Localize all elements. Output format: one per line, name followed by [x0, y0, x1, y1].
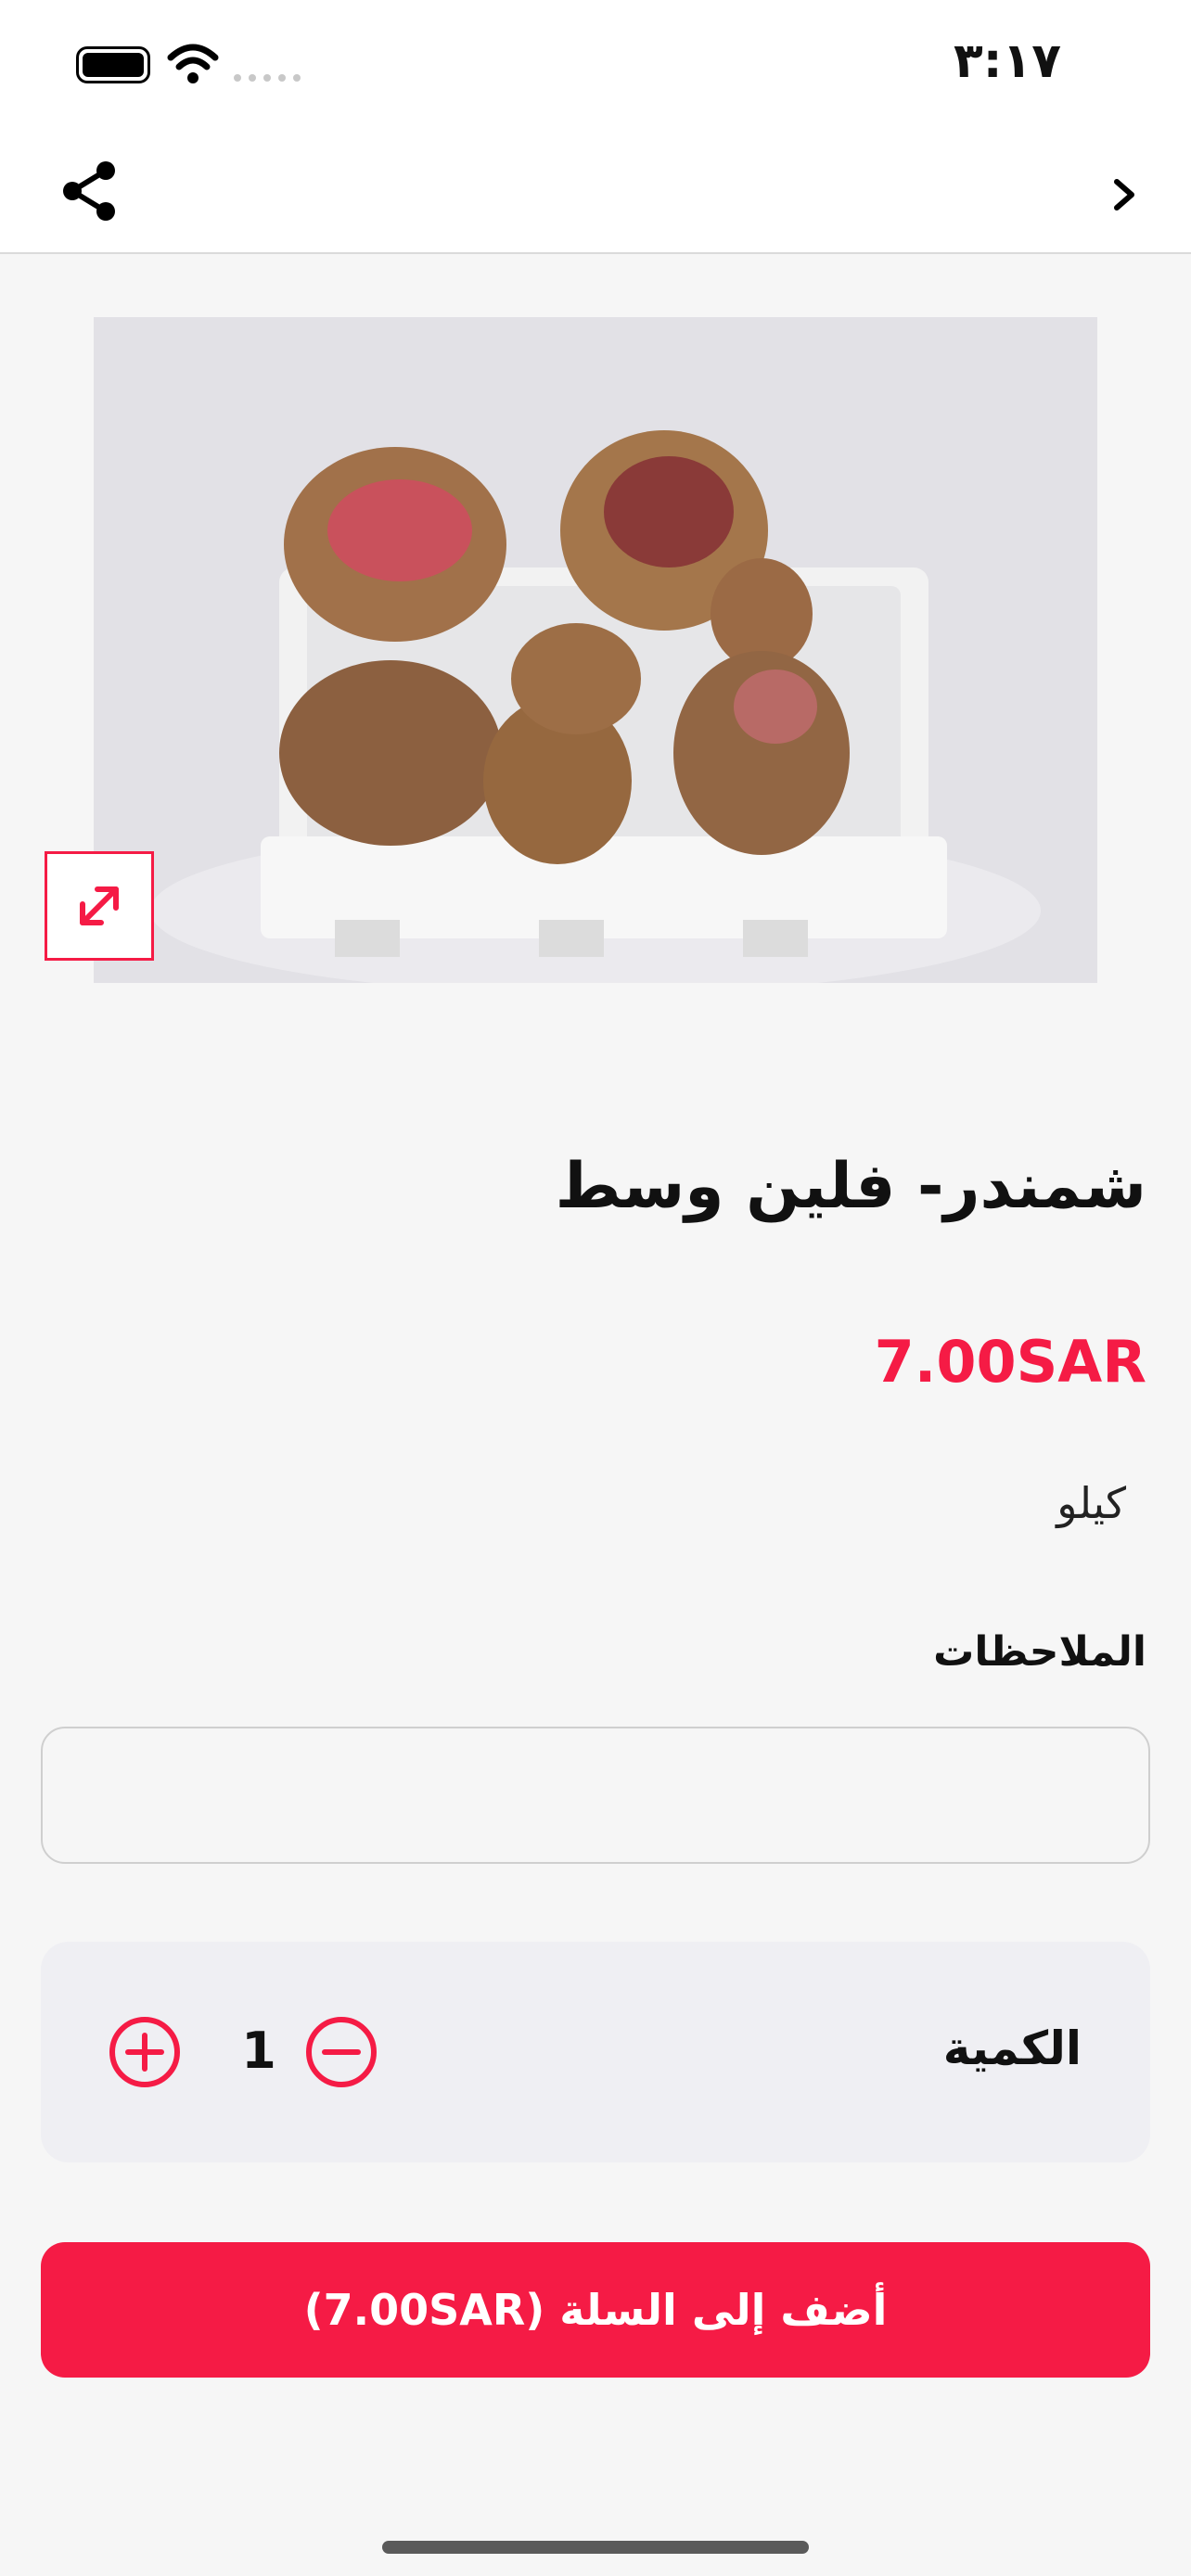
product-price: 7.00SAR	[874, 1328, 1146, 1396]
battery-icon	[76, 46, 150, 83]
add-to-cart-button[interactable]: أضف إلى السلة (7.00SAR)	[41, 2242, 1150, 2378]
notes-label: الملاحظات	[933, 1628, 1146, 1676]
quantity-label: الكمية	[942, 2021, 1082, 2075]
product-image	[94, 317, 1097, 983]
home-indicator[interactable]	[382, 2541, 809, 2554]
expand-image-button[interactable]	[45, 851, 154, 961]
wifi-icon	[167, 44, 219, 83]
status-time: ٣:١٧	[953, 33, 1061, 89]
quantity-stepper: 1 الكمية	[41, 1942, 1150, 2162]
product-title: شمندر- فلين وسط	[555, 1150, 1146, 1223]
product-unit: كيلو	[1057, 1478, 1126, 1528]
chevron-icon[interactable]	[1096, 167, 1152, 223]
quantity-value: 1	[241, 2021, 276, 2080]
notes-input[interactable]	[41, 1727, 1150, 1864]
nav-bar	[0, 130, 1191, 254]
plus-circle-icon[interactable]	[108, 2015, 182, 2089]
minus-circle-icon[interactable]	[304, 2015, 378, 2089]
share-icon[interactable]	[58, 159, 121, 223]
status-bar: ٣:١٧	[0, 0, 1191, 130]
signal-dots-icon	[234, 74, 301, 82]
expand-icon	[80, 886, 119, 925]
